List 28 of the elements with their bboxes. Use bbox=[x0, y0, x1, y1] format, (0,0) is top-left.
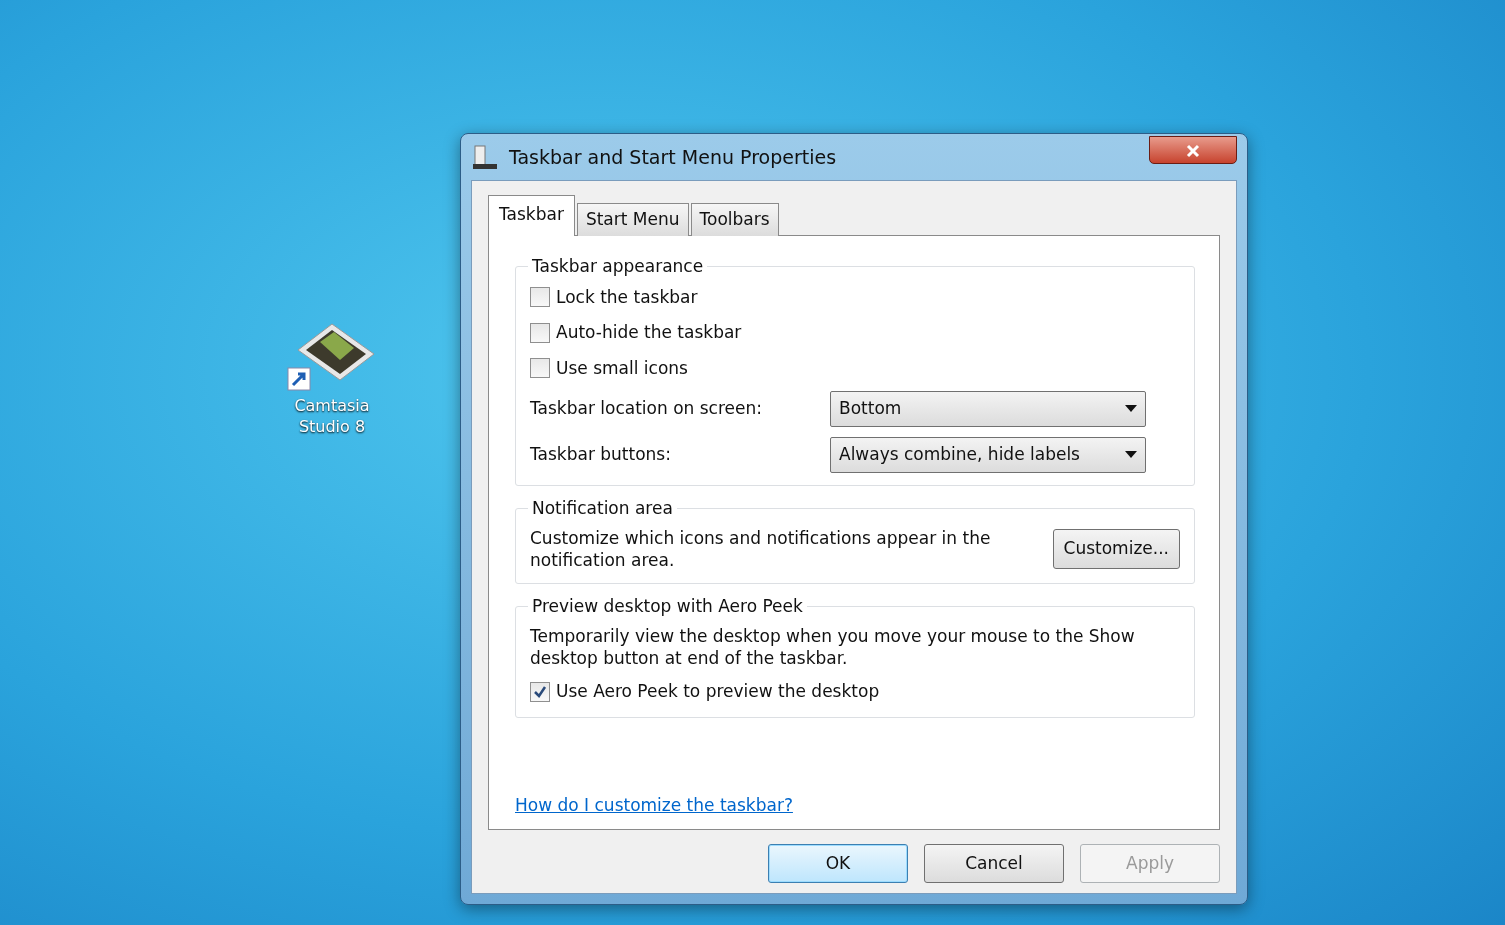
icon-label: Camtasia Studio 8 bbox=[293, 396, 371, 438]
tab[interactable]: Toolbars bbox=[690, 203, 779, 236]
close-button[interactable] bbox=[1149, 136, 1237, 164]
checkbox-label: Use Aero Peek to preview the desktop bbox=[556, 680, 880, 704]
dropdown[interactable]: Always combine, hide labels bbox=[830, 437, 1146, 473]
checkbox-label: Use small icons bbox=[556, 356, 688, 380]
help-link[interactable]: How do I customize the taskbar? bbox=[515, 795, 793, 815]
dropdown-arrow-icon[interactable] bbox=[1125, 405, 1137, 413]
dropdown[interactable]: Bottom bbox=[830, 391, 1146, 427]
customize-button[interactable]: Customize... bbox=[1052, 529, 1180, 569]
checkbox[interactable] bbox=[530, 682, 550, 703]
dropdown-arrow-icon[interactable] bbox=[1125, 451, 1137, 459]
checkbox[interactable] bbox=[530, 287, 550, 308]
checkbox[interactable] bbox=[530, 358, 550, 379]
window-title: Taskbar and Start Menu Properties bbox=[509, 144, 837, 170]
dialog-button[interactable]: OK bbox=[768, 843, 908, 883]
description-text: Temporarily view the desktop when you move your mouse to the Show desktop button at end of the taskbar. bbox=[530, 625, 1136, 670]
checkbox-label: Lock the taskbar bbox=[556, 285, 698, 309]
taskbar-app-icon bbox=[471, 144, 499, 170]
dialog-button[interactable]: Cancel bbox=[924, 843, 1064, 883]
checkbox-label: Auto-hide the taskbar bbox=[556, 321, 742, 344]
tab[interactable]: Start Menu bbox=[576, 203, 689, 236]
field-label: Taskbar location on screen: bbox=[530, 397, 763, 421]
description-text: Customize which icons and notifications appear in the notification area. bbox=[530, 527, 992, 572]
close-icon[interactable] bbox=[1186, 144, 1200, 158]
tab[interactable]: Taskbar bbox=[488, 195, 575, 236]
field-label: Taskbar buttons: bbox=[530, 443, 672, 467]
checkbox[interactable] bbox=[530, 322, 550, 343]
